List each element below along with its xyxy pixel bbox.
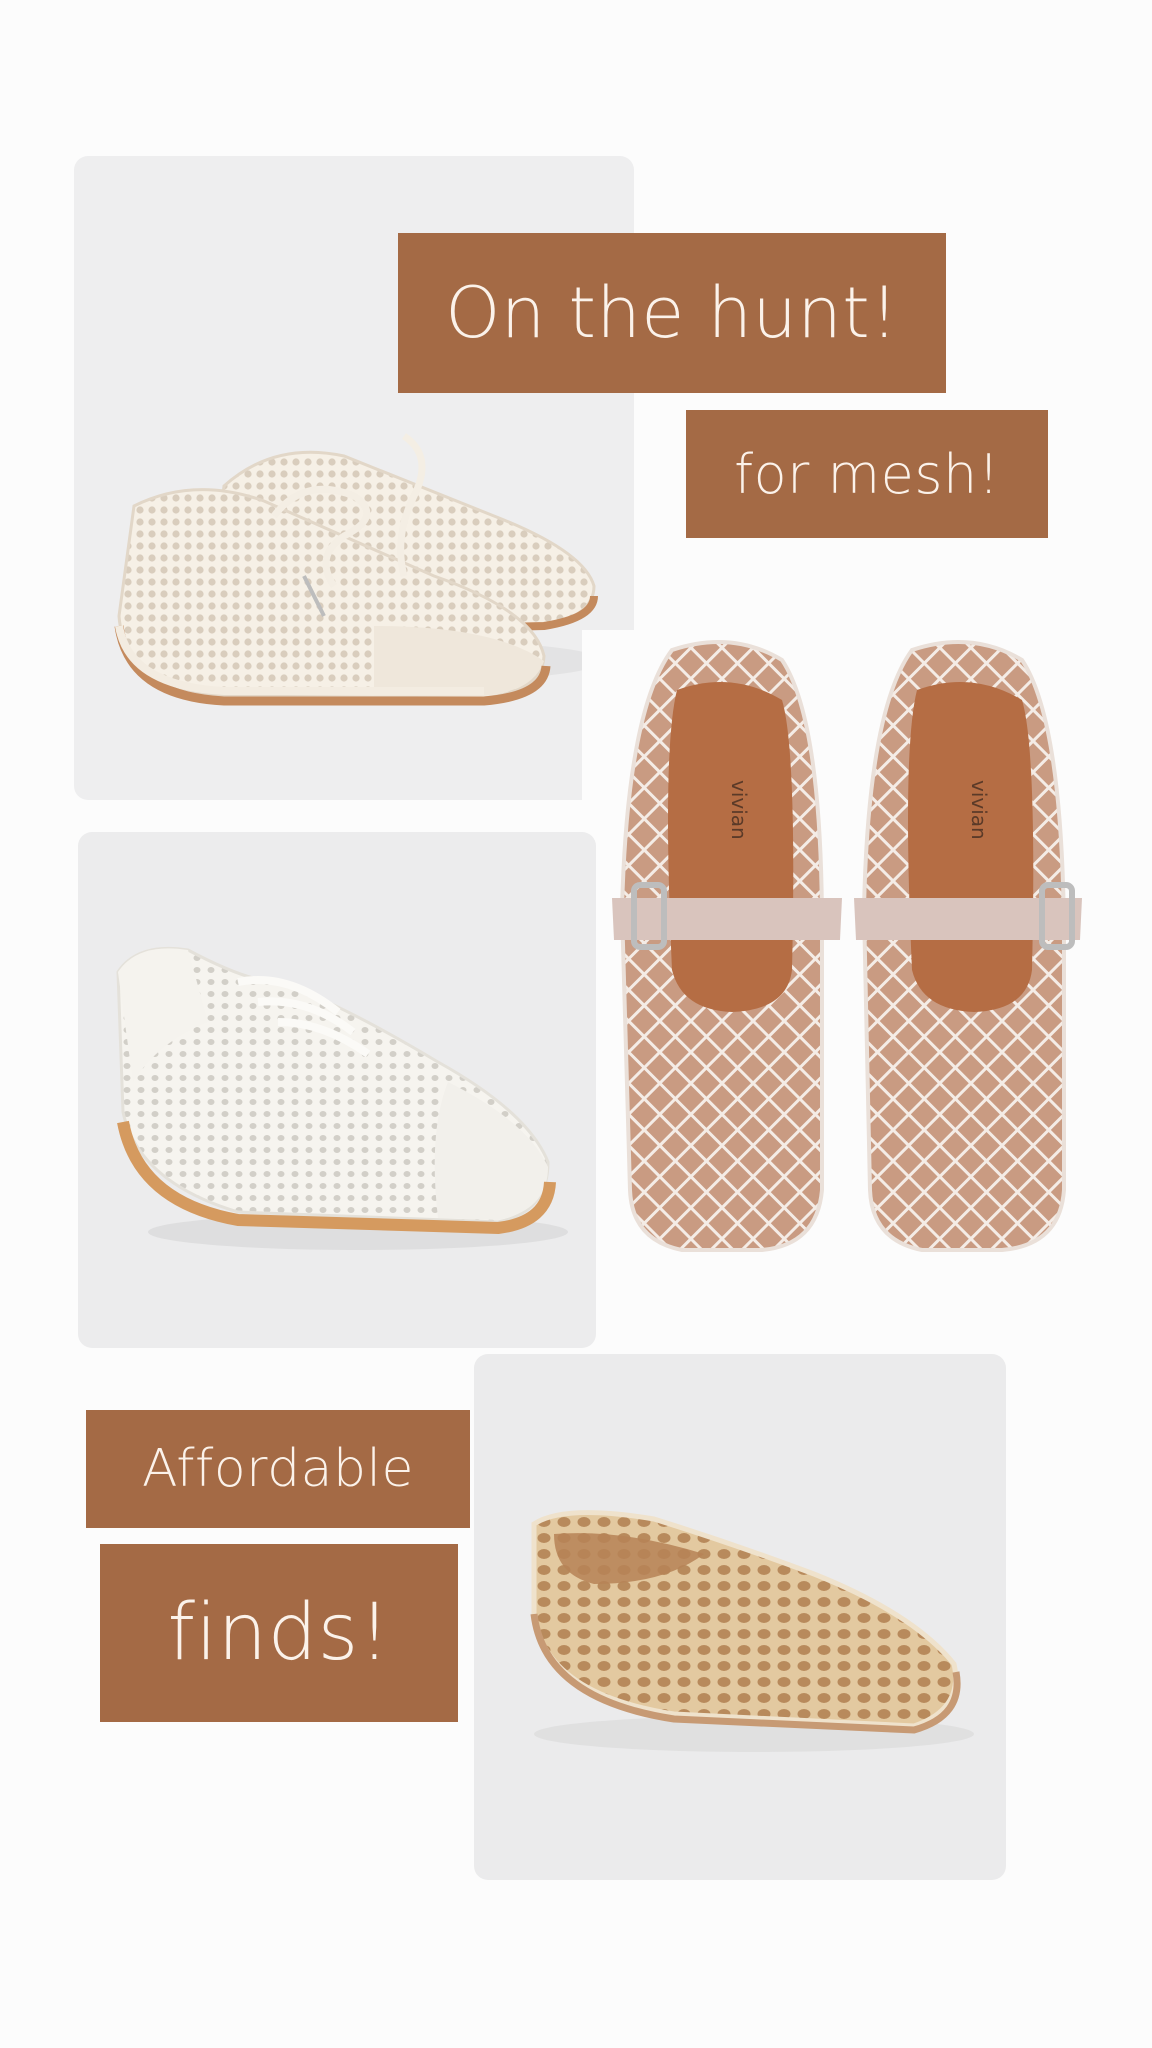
subheadline-for-mesh: for mesh!: [686, 410, 1048, 538]
product-card-perforated-sneaker[interactable]: [78, 832, 596, 1348]
headline-finds: finds!: [100, 1544, 458, 1722]
product-card-mesh-mary-janes[interactable]: vivian vivian: [582, 630, 1142, 1310]
svg-text:vivian: vivian: [727, 780, 751, 840]
subheadline-for-mesh-text: for mesh!: [734, 442, 1000, 506]
headline-affordable: Affordable: [86, 1410, 470, 1528]
headline-finds-text: finds!: [167, 1588, 391, 1678]
headline-on-the-hunt-text: On the hunt!: [445, 272, 899, 354]
mesh-mary-jane-flats-icon: vivian vivian: [612, 640, 1082, 1252]
headline-on-the-hunt: On the hunt!: [398, 233, 946, 393]
headline-affordable-text: Affordable: [142, 1439, 414, 1499]
perforated-white-sneaker-icon: [116, 946, 568, 1250]
crochet-mesh-ballet-flat-icon: [530, 1510, 974, 1752]
svg-text:vivian: vivian: [967, 780, 991, 840]
product-card-crochet-flat[interactable]: [474, 1354, 1006, 1880]
